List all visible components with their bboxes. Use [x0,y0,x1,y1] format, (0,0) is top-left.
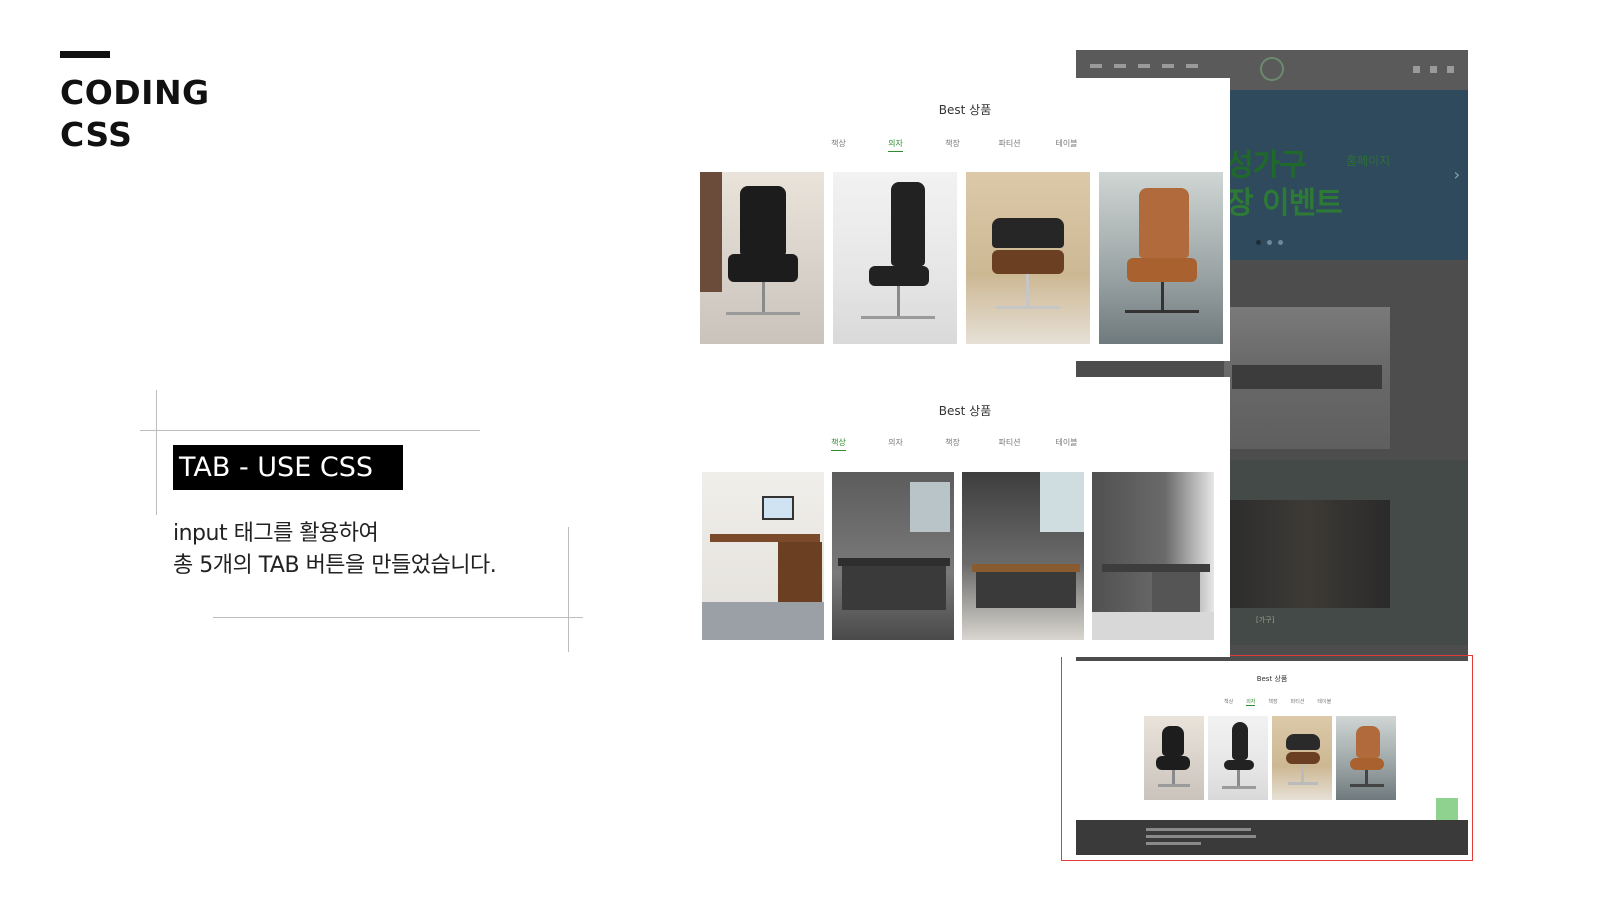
product-list [702,472,1214,640]
panel-tabs: 책상 의자 책장 파티션 테이블 [810,437,1095,451]
page-title: CODING CSS [60,72,210,156]
product-thumb-chair-2[interactable] [833,172,957,344]
title-line-2: CSS [60,115,133,154]
product-thumb-desk-4[interactable] [1092,472,1214,640]
slider-dot[interactable] [1278,240,1283,245]
crop-line [140,430,480,431]
description-line-2: 총 5개의 TAB 버튼을 만들었습니다. [173,553,497,578]
tab-desk[interactable]: 책상 [810,437,867,451]
nav-item[interactable] [1138,64,1150,68]
description: input 태그를 활용하여 총 5개의 TAB 버튼을 만들었습니다. [173,518,497,582]
section-2-caption: [가구] [1256,616,1275,624]
hero-headline-1-small: 홈페이지 [1346,154,1391,168]
tab-partition[interactable]: 파티션 [981,138,1038,149]
user-icon[interactable] [1430,66,1437,73]
product-thumb-desk-2[interactable] [832,472,954,640]
panel-title: Best 상품 [938,404,992,418]
nav-item[interactable] [1162,64,1174,68]
crop-line [213,617,583,618]
chevron-right-icon[interactable]: › [1454,165,1460,184]
slider-dot[interactable] [1256,240,1261,245]
section-2-image [1224,500,1390,608]
panel-tabs: 책상 의자 책장 파티션 테이블 [810,138,1095,152]
description-line-1: input 태그를 활용하여 [173,521,379,546]
highlight-frame [1061,655,1473,861]
product-thumb-chair-1[interactable] [700,172,824,344]
product-list [700,172,1223,344]
nav-item[interactable] [1090,64,1102,68]
title-line-1: CODING [60,73,210,112]
product-thumb-desk-1[interactable] [702,472,824,640]
crop-line [568,527,569,652]
tab-table[interactable]: 테이블 [1038,437,1095,448]
site-logo[interactable] [1260,57,1284,81]
tab-panel-desks: Best 상품 책상 의자 책장 파티션 테이블 [700,377,1230,657]
tab-bookshelf[interactable]: 책장 [924,437,981,448]
nav-item[interactable] [1186,64,1198,68]
slider-dot[interactable] [1267,240,1272,245]
site-header-icons [1413,66,1454,73]
tab-partition[interactable]: 파티션 [981,437,1038,448]
tab-table[interactable]: 테이블 [1038,138,1095,149]
hero-headline-2: 장 이벤트 [1226,186,1343,221]
office-table-shape [1232,365,1382,389]
slider-dots [1256,240,1283,245]
tab-panel-chairs: Best 상품 책상 의자 책장 파티션 테이블 [700,78,1230,361]
crop-line [156,390,157,515]
site-nav [1090,64,1198,68]
tab-use-css-label: TAB - USE CSS [173,445,403,490]
tab-desk[interactable]: 책상 [810,138,867,149]
heading-accent-bar [60,51,110,58]
tab-bookshelf[interactable]: 책장 [924,138,981,149]
tab-chair[interactable]: 의자 [867,138,924,152]
menu-icon[interactable] [1447,66,1454,73]
nav-item[interactable] [1114,64,1126,68]
product-thumb-chair-4[interactable] [1099,172,1223,344]
product-thumb-desk-3[interactable] [962,472,1084,640]
product-thumb-chair-3[interactable] [966,172,1090,344]
panel-title: Best 상품 [938,103,992,117]
cart-icon[interactable] [1413,66,1420,73]
tab-chair[interactable]: 의자 [867,437,924,448]
